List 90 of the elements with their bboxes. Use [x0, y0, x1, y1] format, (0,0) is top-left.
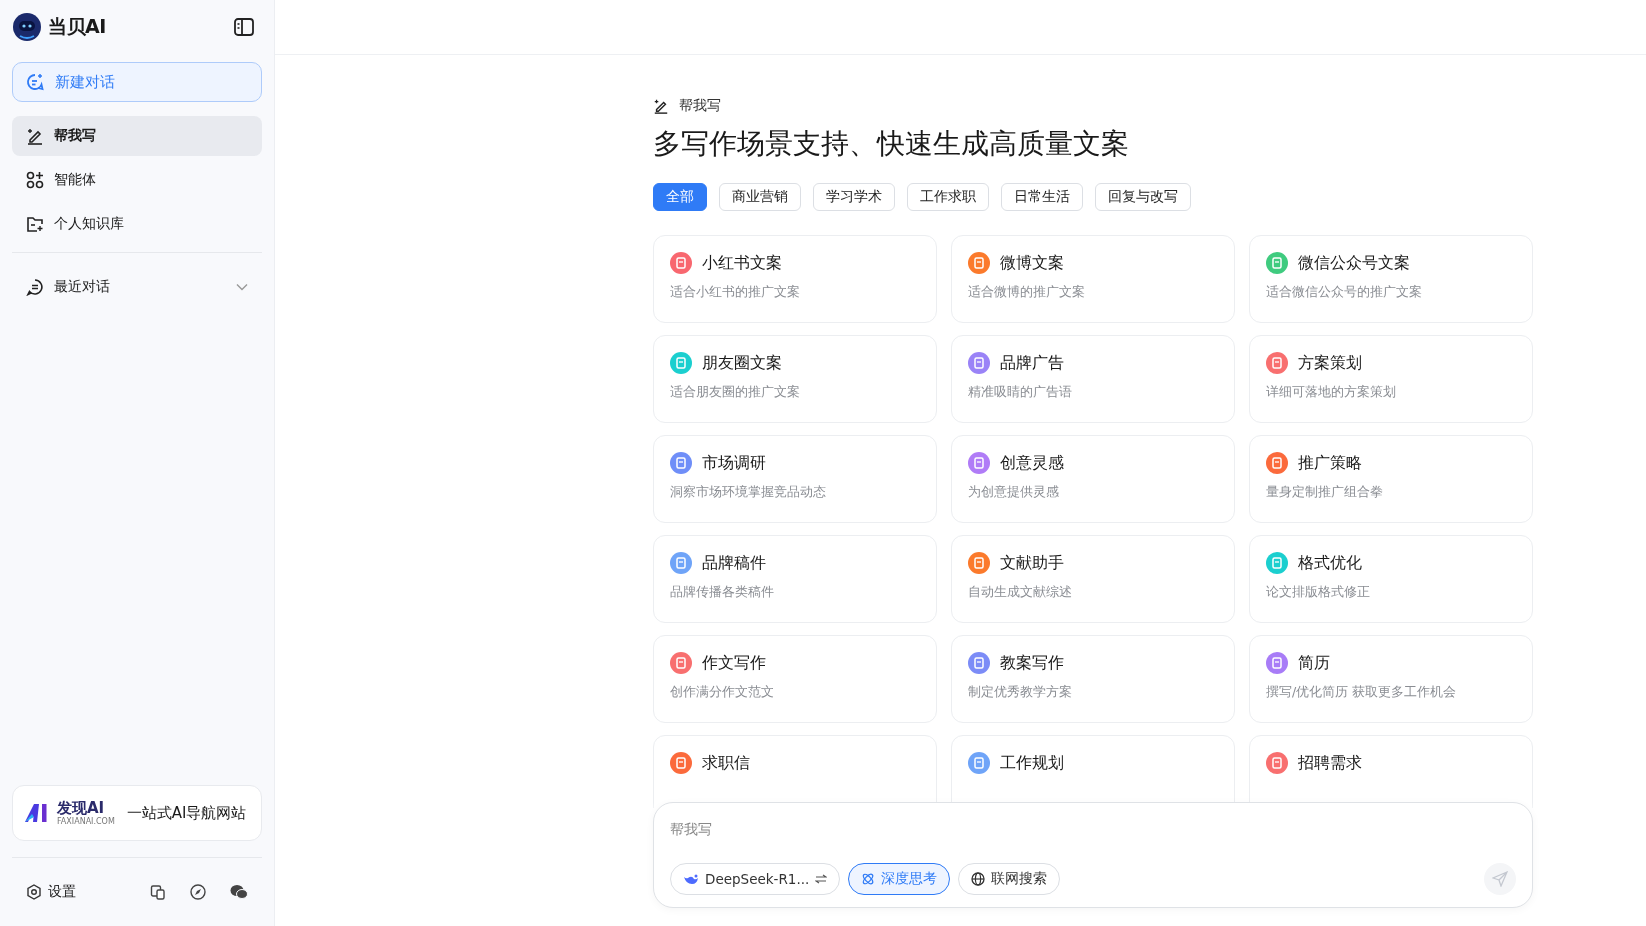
- swap-icon: [815, 874, 828, 884]
- nav-item[interactable]: 智能体: [12, 160, 262, 200]
- card-description: 适合微信公众号的推广文案: [1266, 284, 1423, 301]
- mode-toggle[interactable]: 深度思考: [848, 863, 951, 895]
- whale-icon: [683, 873, 699, 885]
- template-card[interactable]: 创意灵感 为创意提供灵感: [951, 435, 1235, 523]
- category-tab[interactable]: 回复与改写: [1095, 183, 1191, 211]
- template-card[interactable]: 微博文案 适合微博的推广文案: [951, 235, 1235, 323]
- template-card[interactable]: 简历 撰写/优化简历 获取更多工作机会: [1249, 635, 1533, 723]
- nav-item[interactable]: 个人知识库: [12, 204, 262, 244]
- mode-toggle[interactable]: 联网搜索: [958, 863, 1061, 895]
- card-title: 微博文案: [1000, 252, 1064, 274]
- template-card[interactable]: 教案写作 制定优秀教学方案: [951, 635, 1235, 723]
- category-tab[interactable]: 学习学术: [813, 183, 895, 211]
- card-description: 撰写/优化简历 获取更多工作机会: [1266, 684, 1458, 701]
- template-card[interactable]: 品牌稿件 品牌传播各类稿件: [653, 535, 937, 623]
- nav-item[interactable]: 帮我写: [12, 116, 262, 156]
- globe-icon: [971, 872, 986, 886]
- card-description: 适合朋友圈的推广文案: [670, 384, 801, 401]
- model-selector[interactable]: DeepSeek-R1...: [670, 863, 841, 895]
- card-description: 适合小红书的推广文案: [670, 284, 801, 301]
- card-description: 适合微博的推广文案: [968, 284, 1086, 301]
- grid-sparkle-icon: [26, 171, 44, 189]
- template-card[interactable]: 推广策略 量身定制推广组合拳: [1249, 435, 1533, 523]
- card-title: 品牌广告: [1000, 352, 1064, 374]
- template-card[interactable]: 文献助手 自动生成文献综述: [951, 535, 1235, 623]
- pen-sparkle-icon: [26, 127, 44, 145]
- card-title: 方案策划: [1298, 352, 1362, 374]
- folder-icon: [26, 215, 44, 233]
- template-card[interactable]: 市场调研 洞察市场环境掌握竞品动态: [653, 435, 937, 523]
- template-card[interactable]: 求职信: [653, 735, 937, 808]
- template-card[interactable]: 微信公众号文案 适合微信公众号的推广文案: [1249, 235, 1533, 323]
- card-title: 求职信: [702, 752, 750, 774]
- card-title: 格式优化: [1298, 552, 1362, 574]
- template-card[interactable]: 方案策划 详细可落地的方案策划: [1249, 335, 1533, 423]
- wechat-icon[interactable]: [230, 884, 248, 900]
- recent-chats-toggle[interactable]: 最近对话: [12, 267, 262, 307]
- settings-icon: [26, 884, 42, 900]
- send-icon: [1492, 871, 1508, 887]
- card-title: 推广策略: [1298, 452, 1362, 474]
- new-chat-button[interactable]: 新建对话: [12, 62, 262, 102]
- settings-button[interactable]: 设置: [26, 883, 76, 901]
- template-card[interactable]: 小红书文案 适合小红书的推广文案: [653, 235, 937, 323]
- card-title: 文献助手: [1000, 552, 1064, 574]
- chevron-icon: [236, 283, 248, 291]
- category-tab[interactable]: 商业营销: [719, 183, 801, 211]
- card-title: 招聘需求: [1298, 752, 1362, 774]
- card-title: 小红书文案: [702, 252, 782, 274]
- atom-icon: [861, 872, 876, 886]
- template-card[interactable]: 作文写作 创作满分作文范文: [653, 635, 937, 723]
- devices-icon[interactable]: [150, 884, 166, 900]
- card-title: 简历: [1298, 652, 1330, 674]
- banner-slogan: 一站式AI导航网站: [126, 803, 247, 823]
- template-card[interactable]: 招聘需求: [1249, 735, 1533, 808]
- card-title: 微信公众号文案: [1298, 252, 1410, 274]
- card-title: 市场调研: [702, 452, 766, 474]
- category-tab[interactable]: 日常生活: [1001, 183, 1083, 211]
- card-description: 自动生成文献综述: [968, 584, 1073, 601]
- card-description: 创作满分作文范文: [670, 684, 775, 701]
- card-title: 朋友圈文案: [702, 352, 782, 374]
- card-title: 创意灵感: [1000, 452, 1064, 474]
- page-heading: 多写作场景支持、快速生成高质量文案: [653, 126, 1130, 162]
- template-card[interactable]: 格式优化 论文排版格式修正: [1249, 535, 1533, 623]
- template-card[interactable]: 品牌广告 精准吸睛的广告语: [951, 335, 1235, 423]
- card-description: 为创意提供灵感: [968, 484, 1060, 501]
- chat-icon: [26, 278, 44, 296]
- robot-logo-icon: [12, 12, 42, 42]
- category-tab[interactable]: 全部: [653, 183, 707, 211]
- sidebar-toggle-icon[interactable]: [234, 18, 254, 36]
- prompt-input[interactable]: 帮我写: [670, 817, 1516, 841]
- compass-icon[interactable]: [190, 884, 206, 900]
- pen-sparkle-icon: [653, 98, 669, 114]
- template-card[interactable]: 朋友圈文案 适合朋友圈的推广文案: [653, 335, 937, 423]
- card-description: 量身定制推广组合拳: [1266, 484, 1384, 501]
- category-tab[interactable]: 工作求职: [907, 183, 989, 211]
- card-description: 洞察市场环境掌握竞品动态: [670, 484, 827, 501]
- card-title: 工作规划: [1000, 752, 1064, 774]
- banner-domain: FAXIANAI.COM: [57, 817, 115, 826]
- section-label: 帮我写: [679, 97, 721, 115]
- card-title: 教案写作: [1000, 652, 1064, 674]
- banner-brand: 发现AI: [57, 800, 106, 816]
- card-description: 论文排版格式修正: [1266, 584, 1371, 601]
- card-title: 品牌稿件: [702, 552, 766, 574]
- brand-name: 当贝AI: [48, 14, 106, 39]
- chat-plus-icon: [25, 72, 45, 92]
- card-description: 品牌传播各类稿件: [670, 584, 775, 601]
- card-description: 制定优秀教学方案: [968, 684, 1073, 701]
- card-title: 作文写作: [702, 652, 766, 674]
- card-description: 精准吸睛的广告语: [968, 384, 1073, 401]
- card-description: 详细可落地的方案策划: [1266, 384, 1397, 401]
